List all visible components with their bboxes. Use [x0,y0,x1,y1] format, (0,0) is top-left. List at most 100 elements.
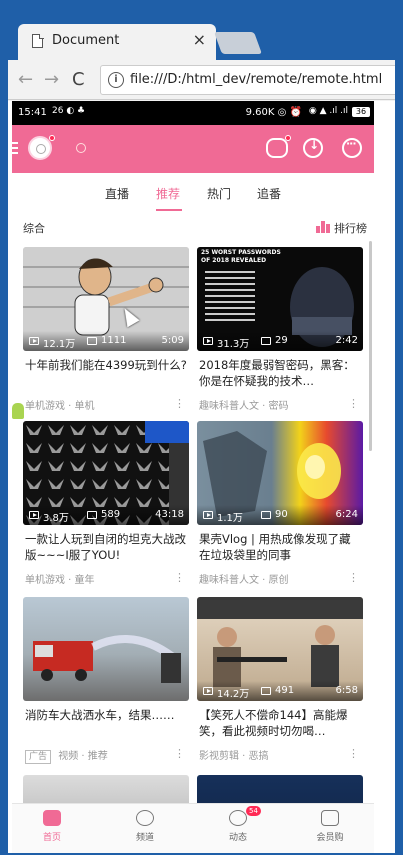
tab-close-button[interactable]: × [193,30,206,49]
url-text[interactable]: file:///D:/html_dev/remote/remote.html [130,72,382,87]
section-title[interactable]: 综合 [23,220,45,236]
video-category: 单机游戏 · 童年 ⋮ [23,571,189,587]
video-card[interactable]: 1.1万 90 6:24 果壳Vlog | 用热成像发现了藏在垃圾袋里的同事 趣… [197,421,363,587]
danmaku-count: 29 [275,335,288,346]
tab-strip: Document × [8,8,395,60]
status-time: 15:41 [18,107,47,118]
page-viewport: 15:41 26 ◐ ♣ 9.60K ◎ ⏰ ◉ ▲ .ıl .ıl 36 ↓ … [8,101,395,853]
reload-button[interactable]: C [72,69,85,90]
video-meta: 31.3万 29 2:42 [197,331,363,351]
video-title[interactable]: 消防车大战洒水车，结果…… [23,707,189,739]
ranking-icon[interactable] [316,221,330,233]
dynamic-icon [229,810,247,826]
avatar[interactable] [28,136,52,160]
browser-tab[interactable]: Document × [18,24,216,60]
network-speed: 9.60K ◎ ⏰ [245,107,302,118]
more-options-icon[interactable]: ⋮ [348,747,359,760]
category-text: 单机游戏 · 单机 [25,401,95,412]
status-icons-left: 26 ◐ ♣ [52,106,86,116]
play-count-icon [203,687,213,695]
nav-channel[interactable]: 频道 [115,810,175,843]
more-options-icon[interactable]: ⋮ [174,397,185,410]
video-meta: 1.1万 90 6:24 [197,505,363,525]
new-tab-button[interactable] [213,32,263,54]
game-center-icon[interactable] [266,138,288,158]
video-card-ad[interactable]: 消防车大战洒水车，结果…… 广告 视频 · 推荐 ⋮ [23,597,189,764]
channel-tabs: 直播 推荐 热门 追番 [12,179,374,213]
tab-recommend[interactable]: 推荐 [156,185,180,202]
tab-hot[interactable]: 热门 [207,185,231,202]
message-icon[interactable] [342,137,362,158]
video-card[interactable]: 12.1万 1111 5:09 十年前我们能在4399玩到什么? 单机游戏 · … [23,247,189,413]
nav-dynamic-label: 动态 [228,833,247,843]
video-card[interactable]: 3.8万 589 43:18 一款让人玩到自闭的坦克大战改版~~~I服了YOU!… [23,421,189,587]
video-thumbnail[interactable]: 14.2万 491 6:58 [197,597,363,701]
video-meta: 12.1万 1111 5:09 [23,331,189,351]
play-count-icon [203,337,213,345]
play-count-icon [29,511,39,519]
document-icon [32,33,44,48]
more-options-icon[interactable]: ⋮ [174,747,185,760]
info-icon[interactable]: i [108,72,124,88]
dynamic-badge: 54 [246,806,261,816]
category-text: 单机游戏 · 童年 [25,575,95,586]
menu-icon[interactable] [12,142,18,154]
download-icon[interactable] [303,138,323,158]
tab-anime[interactable]: 追番 [257,185,281,202]
danmaku-count: 589 [101,509,121,520]
search-icon[interactable] [76,143,86,153]
duration: 6:24 [335,509,358,520]
thumbnail-caption: 25 WORST PASSWORDS OF 2018 REVEALED [201,249,281,264]
nav-home[interactable]: 首页 [22,810,82,843]
video-thumbnail[interactable]: 12.1万 1111 5:09 [23,247,189,351]
video-title[interactable]: 十年前我们能在4399玩到什么? [23,357,189,389]
danmaku-count: 1111 [101,335,127,346]
more-options-icon[interactable]: ⋮ [348,397,359,410]
video-title[interactable]: 果壳Vlog | 用热成像发现了藏在垃圾袋里的同事 [197,531,363,563]
video-title[interactable]: 【笑死人不偿命144】高能爆笑，看此视频时切勿喝… [197,707,363,739]
duration: 43:18 [155,509,184,520]
more-options-icon[interactable]: ⋮ [174,571,185,584]
browser-window: Document × ← → C i file:///D:/html_dev/r… [8,8,395,853]
browser-toolbar: ← → C i file:///D:/html_dev/remote/remot… [8,60,395,100]
view-count: 12.1万 [43,339,76,350]
video-card[interactable]: 25 WORST PASSWORDS OF 2018 REVEALED 31.3… [197,247,363,413]
video-title[interactable]: 一款让人玩到自闭的坦克大战改版~~~I服了YOU! [23,531,189,563]
active-tab-indicator [156,209,182,211]
mobile-app-screen: 15:41 26 ◐ ♣ 9.60K ◎ ⏰ ◉ ▲ .ıl .ıl 36 ↓ … [12,101,374,853]
danmaku-icon [87,337,97,345]
more-options-icon[interactable]: ⋮ [348,571,359,584]
tab-title: Document [52,33,120,48]
view-count: 31.3万 [217,339,250,350]
ad-badge: 广告 [25,750,52,764]
address-bar[interactable]: i file:///D:/html_dev/remote/remote.html [100,65,395,95]
battery-icon: 36 [352,107,370,117]
danmaku-icon [261,511,271,519]
danmaku-icon [261,687,271,695]
nav-shop-label: 会员购 [316,833,344,843]
video-title[interactable]: 2018年度最弱智密码，黑客：你是在怀疑我的技术… [197,357,363,389]
video-thumbnail[interactable]: 25 WORST PASSWORDS OF 2018 REVEALED 31.3… [197,247,363,351]
video-thumbnail[interactable]: 3.8万 589 43:18 [23,421,189,525]
category-text: 视频 · 推荐 [58,751,108,762]
video-card[interactable]: 14.2万 491 6:58 【笑死人不偿命144】高能爆笑，看此视频时切勿喝…… [197,597,363,763]
danmaku-count: 90 [275,509,288,520]
play-count-icon [203,511,213,519]
nav-home-label: 首页 [42,833,61,843]
nav-dynamic[interactable]: 54 动态 [208,806,268,843]
view-count: 1.1万 [217,513,243,524]
back-button[interactable]: ← [18,69,33,90]
channel-icon [136,810,154,826]
ranking-link[interactable]: 排行榜 [334,220,367,236]
video-meta: 3.8万 589 43:18 [23,505,189,525]
notification-dot [49,135,55,141]
video-thumbnail[interactable]: 1.1万 90 6:24 [197,421,363,525]
video-thumbnail[interactable] [23,597,189,701]
forward-button[interactable]: → [44,69,59,90]
view-count: 14.2万 [217,689,250,700]
game-notification-dot [285,135,291,141]
scrollbar[interactable] [369,241,372,451]
video-category: 趣味科普人文 · 原创 ⋮ [197,571,363,587]
tab-live[interactable]: 直播 [105,185,129,202]
nav-shop[interactable]: 会员购 [300,810,360,843]
